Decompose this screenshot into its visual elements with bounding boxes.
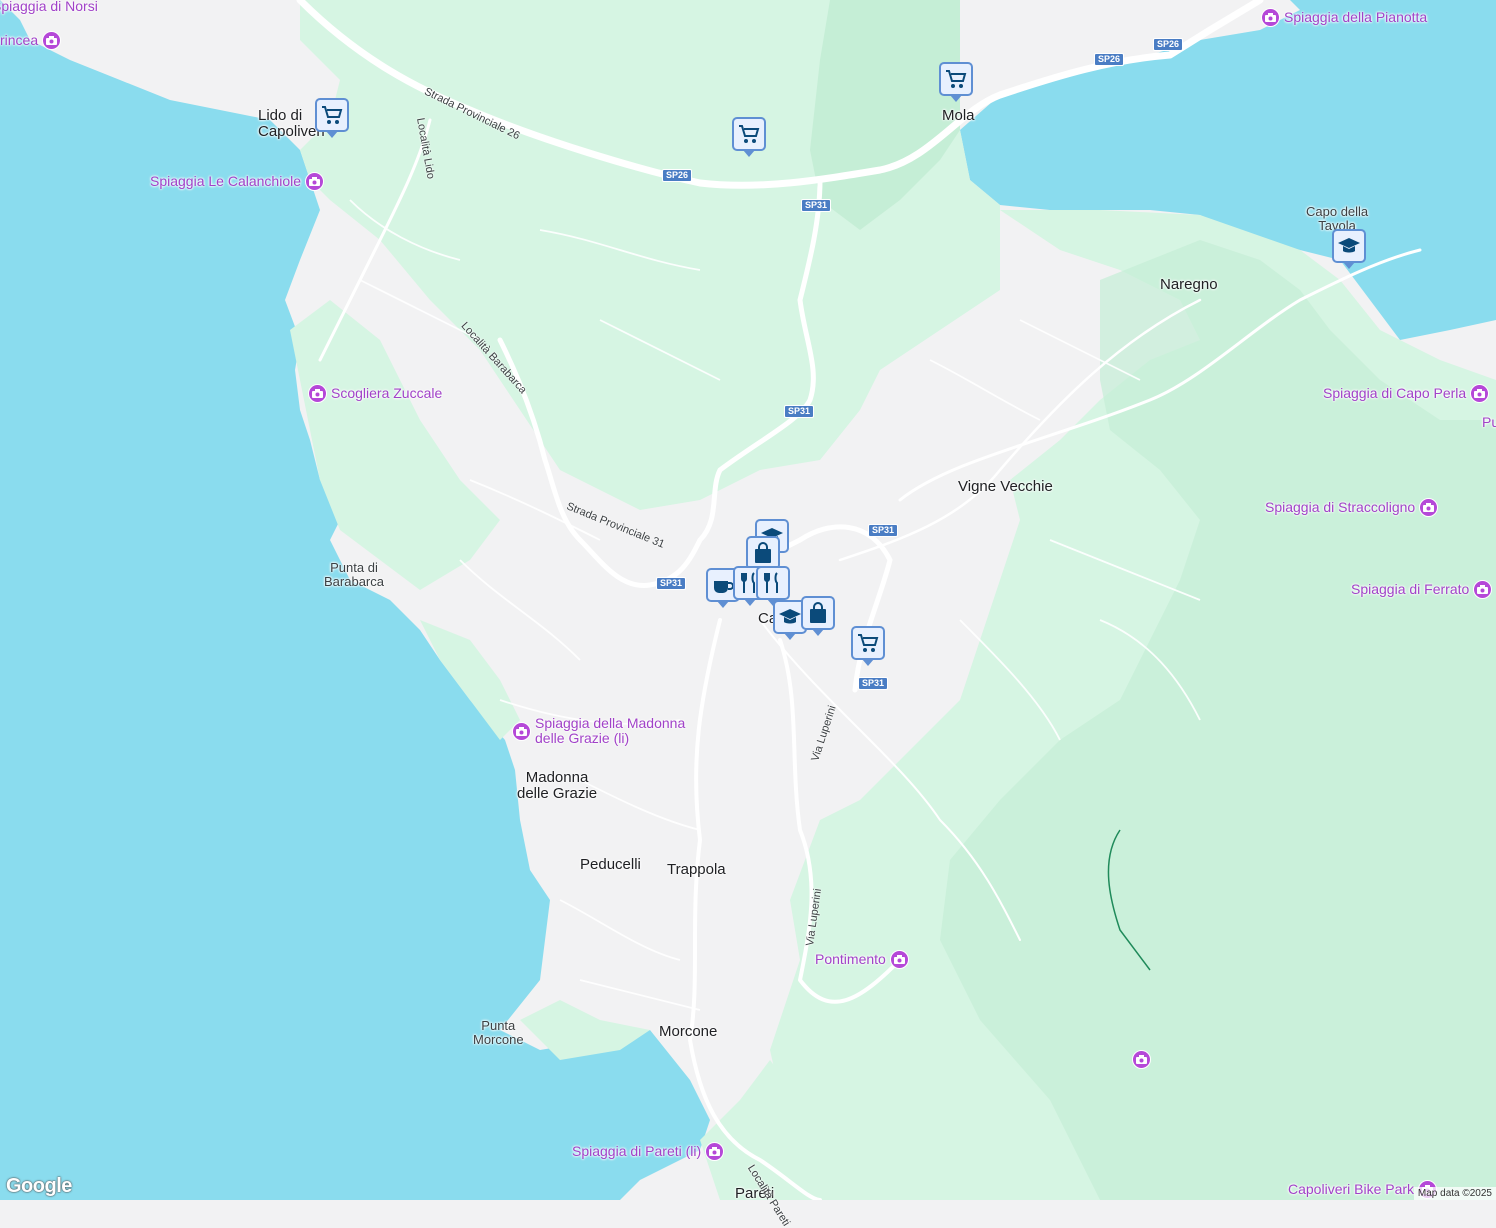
camera-icon: [305, 172, 324, 191]
camera-icon: [42, 31, 62, 50]
poi-pu[interactable]: Pu: [1482, 415, 1496, 430]
shield-sp26-3: SP26: [1153, 38, 1184, 51]
place-naregno: Naregno: [1160, 276, 1218, 293]
cart-icon: [946, 70, 967, 88]
google-logo: Google: [6, 1175, 72, 1197]
poi-spiaggia-di-pareti[interactable]: Spiaggia di Pareti (li): [572, 1142, 725, 1161]
camera-icon: [1473, 580, 1493, 599]
shield-sp31-1: SP31: [801, 199, 832, 212]
poi-spiaggia-le-calanchiole[interactable]: Spiaggia Le Calanchiole: [150, 172, 324, 191]
shield-sp31-3: SP31: [868, 524, 899, 537]
map-attribution[interactable]: Map data ©2025: [1413, 1187, 1496, 1200]
poi-spiaggia-di-ferrato[interactable]: Spiaggia di Ferrato: [1351, 580, 1493, 599]
pin-cart-lido[interactable]: [315, 98, 349, 138]
camera-icon: [308, 384, 327, 403]
place-punta-morcone: Punta Morcone: [473, 1018, 524, 1047]
poi-spiaggia-della-madonna-delle-grazie[interactable]: Spiaggia della Madonna delle Grazie (li): [512, 716, 685, 746]
poi-scogliera-zuccale[interactable]: Scogliera Zuccale: [308, 384, 442, 403]
bag-icon: [810, 602, 826, 623]
place-trappola: Trappola: [667, 861, 726, 878]
poi-spiaggia-della-pianotta[interactable]: Spiaggia della Pianotta: [1261, 8, 1427, 27]
pin-cart-capoliveri-east[interactable]: [851, 626, 885, 666]
camera-icon: [1261, 8, 1280, 27]
school-icon: [1338, 238, 1360, 253]
pin-cart-sp26[interactable]: [732, 117, 766, 157]
place-morcone: Morcone: [659, 1023, 718, 1040]
shield-sp31-4: SP31: [656, 577, 687, 590]
poi-spiaggia-di-straccoligno[interactable]: Spiaggia di Straccoligno: [1265, 498, 1439, 517]
shield-sp31-5: SP31: [858, 677, 889, 690]
place-punta-di-barabarca: Punta di Barabarca: [324, 560, 384, 589]
poi-spiaggia-di-capo-perla[interactable]: Spiaggia di Capo Perla: [1323, 384, 1490, 403]
cart-icon: [858, 634, 879, 652]
poi-unlabeled[interactable]: [1132, 1050, 1155, 1069]
poi-spiaggia-di-norsi[interactable]: Spiaggia di Norsi: [0, 0, 98, 14]
shield-sp31-2: SP31: [784, 405, 815, 418]
camera-icon: [1470, 384, 1490, 403]
place-peducelli: Peducelli: [580, 856, 641, 873]
camera-icon: [512, 721, 531, 741]
cart-icon: [322, 106, 343, 124]
coffee-icon: [714, 581, 734, 593]
bag-icon: [755, 542, 771, 563]
restaurant-icon: [764, 572, 778, 593]
cart-icon: [739, 125, 760, 143]
pin-school-capo-della-tavola[interactable]: [1332, 229, 1366, 269]
pin-restaurant-capoliveri-2[interactable]: [756, 566, 790, 606]
poi-pontimento[interactable]: Pontimento: [815, 950, 909, 969]
camera-icon: [889, 950, 909, 969]
camera-icon: [1419, 498, 1439, 517]
camera-icon: [1132, 1050, 1151, 1069]
pin-bag-capoliveri-2[interactable]: [801, 596, 835, 636]
pin-cart-mola[interactable]: [939, 62, 973, 102]
place-vigne-vecchie: Vigne Vecchie: [958, 478, 1053, 495]
shield-sp26-1: SP26: [662, 169, 693, 182]
place-mola: Mola: [942, 107, 975, 124]
camera-icon: [705, 1142, 725, 1161]
poi-rincea[interactable]: rincea: [0, 31, 62, 50]
school-icon: [779, 609, 801, 624]
place-madonna-delle-grazie: Madonna delle Grazie: [517, 769, 598, 802]
shield-sp26-2: SP26: [1094, 53, 1125, 66]
pin-bag-capoliveri-1[interactable]: [746, 536, 780, 576]
